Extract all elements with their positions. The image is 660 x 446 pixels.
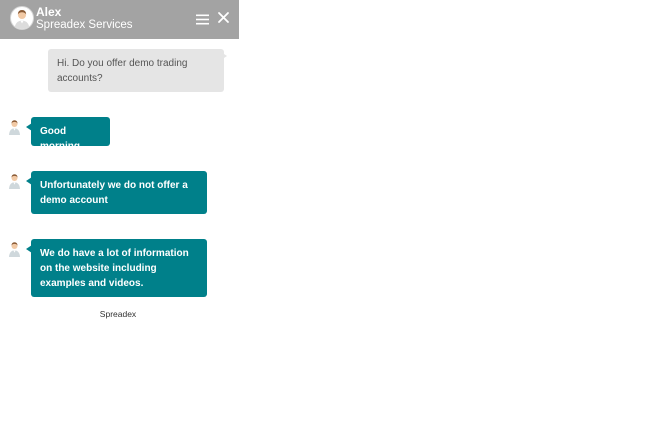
agent-message: We do have a lot of information on the w…: [31, 239, 207, 297]
footer-brand: Spreadex: [99, 309, 137, 319]
close-icon[interactable]: [217, 11, 230, 24]
avatar-icon: [10, 6, 34, 30]
agent-avatar-icon: [7, 119, 22, 135]
chat-header: Alex Spreadex Services: [0, 0, 239, 39]
agent-avatar-icon: [7, 241, 22, 257]
agent-message: Unfortunately we do not offer a demo acc…: [31, 171, 207, 214]
agent-avatar-icon: [7, 173, 22, 189]
agent-message: Good morning: [31, 117, 110, 152]
user-message-tail: [221, 52, 227, 60]
agent-name: Alex: [36, 5, 62, 19]
user-message: Hi. Do you offer demo trading accounts?: [48, 49, 224, 92]
menu-icon[interactable]: [196, 12, 209, 25]
agent-company: Spreadex Services: [36, 19, 133, 31]
chat-widget: Alex Spreadex Services Hi. Do you offer …: [0, 0, 239, 325]
